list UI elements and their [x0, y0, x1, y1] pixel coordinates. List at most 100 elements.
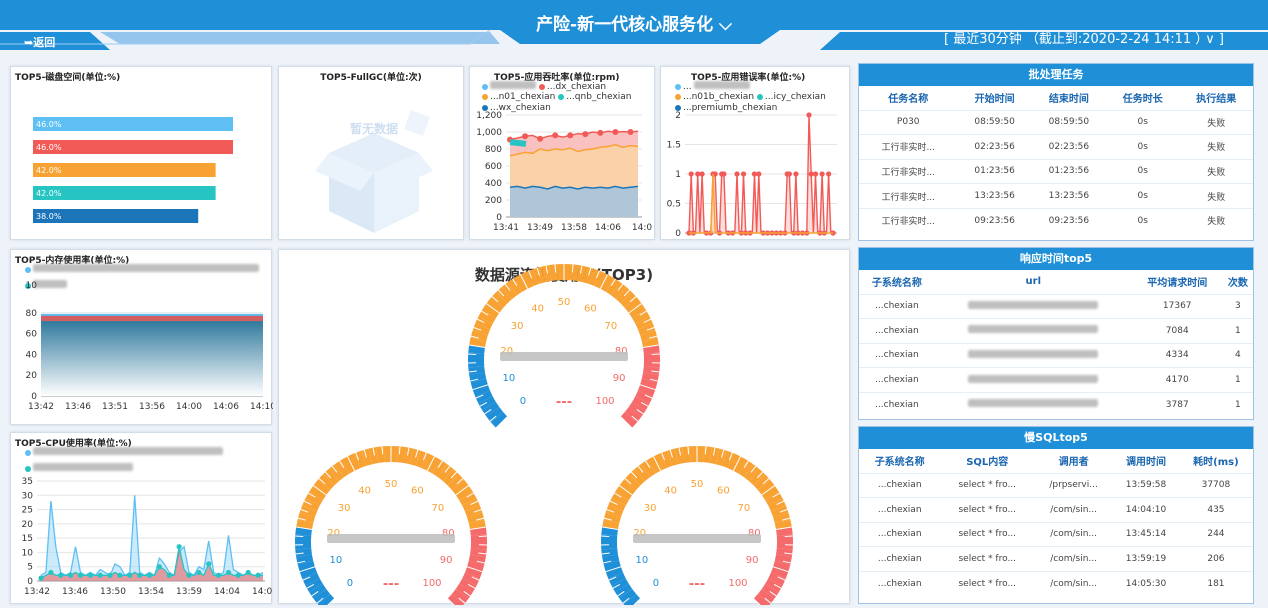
column-header[interactable]: 子系统名称 — [859, 449, 940, 473]
cpu-point[interactable] — [58, 572, 64, 578]
cpu-point[interactable] — [255, 572, 261, 578]
cpu-point[interactable] — [196, 569, 202, 576]
rpm-point[interactable] — [582, 131, 589, 138]
cpu-point[interactable] — [186, 572, 192, 578]
cpu-point[interactable] — [137, 572, 143, 578]
err-point[interactable] — [793, 171, 799, 177]
cpu-point[interactable] — [156, 564, 162, 570]
column-header[interactable]: 调用者 — [1034, 449, 1113, 473]
column-header[interactable]: 结束时间 — [1032, 86, 1106, 110]
column-header[interactable]: 开始时间 — [957, 86, 1031, 110]
gauge-arc-segment — [608, 498, 626, 512]
cpu-point[interactable] — [107, 572, 113, 578]
table-row[interactable]: 工行非实时... 09:23:56 09:23:56 0s 失败 — [859, 207, 1253, 233]
cpu-point[interactable] — [235, 572, 241, 578]
rpm-point[interactable] — [627, 129, 634, 135]
table-cell: /com/sin... — [1034, 497, 1114, 523]
cpu-point[interactable] — [68, 572, 74, 578]
err-point[interactable] — [740, 171, 747, 177]
err-point[interactable] — [806, 112, 812, 118]
gauge-arc-segment — [640, 378, 658, 390]
column-header[interactable]: 执行结果 — [1179, 86, 1253, 110]
cpu-point[interactable] — [216, 572, 222, 578]
cpu-point[interactable] — [206, 561, 212, 567]
table-row[interactable]: ...chexian 4334 4 — [859, 342, 1253, 368]
y-tick-label: 40 — [26, 350, 38, 360]
time-range-select[interactable]: [ 最近30分钟 （截止到:2020-2-24 14:11 ） ∨ ] — [938, 30, 1246, 50]
table-row[interactable]: ...chexian 3787 1 — [859, 391, 1253, 417]
table-row[interactable]: ...chexian select * fro.../com/sin... 14:0… — [859, 570, 1253, 596]
column-header[interactable]: 子系统名称 — [859, 270, 935, 294]
table-row[interactable]: ...chexian select * fro.../com/sin... 13:4… — [859, 521, 1253, 547]
gauge-arc-segment — [761, 485, 779, 501]
rpm-point[interactable] — [597, 129, 604, 136]
err-point[interactable] — [699, 171, 705, 177]
column-header[interactable]: 耗时(ms) — [1179, 449, 1253, 473]
table-cell: 01:23:56 — [957, 158, 1032, 184]
column-header[interactable]: 任务时长 — [1106, 86, 1179, 110]
gauge-arc-segment — [462, 498, 480, 512]
table-row[interactable]: ...chexian 17367 3 — [859, 293, 1253, 319]
column-header[interactable]: 平均请求时间 — [1132, 270, 1223, 294]
cpu-point[interactable] — [146, 572, 153, 578]
rpm-point[interactable] — [552, 132, 559, 139]
chevron-down-icon[interactable]: ⌵ — [719, 15, 732, 35]
cpu-point[interactable] — [245, 569, 251, 576]
err-point[interactable] — [826, 171, 832, 177]
y-tick-label: 20 — [22, 520, 34, 530]
column-header[interactable]: SQL内容 — [940, 449, 1034, 473]
disk-bar[interactable] — [33, 140, 233, 154]
time-range-dropdown-icon[interactable]: ∨ ] — [1205, 30, 1224, 50]
cpu-point[interactable] — [166, 572, 172, 578]
table-row[interactable]: P030 08:59:50 08:59:50 0s 失败 — [859, 109, 1253, 135]
err-point[interactable] — [688, 171, 694, 177]
table-cell — [934, 318, 1132, 344]
table-row[interactable]: 工行非实时... 02:23:56 02:23:56 0s 失败 — [859, 134, 1253, 160]
err-point[interactable] — [812, 171, 819, 177]
table-row[interactable]: ...chexian 4170 1 — [859, 367, 1253, 393]
err-point[interactable] — [756, 171, 762, 177]
column-header[interactable]: 调用时间 — [1113, 449, 1179, 473]
cpu-point[interactable] — [176, 544, 182, 550]
column-header[interactable]: 次数 — [1223, 270, 1253, 294]
rpm-point[interactable] — [612, 129, 619, 135]
gauge-arc-segment — [313, 588, 331, 605]
gauge-arc-segment — [748, 469, 765, 486]
column-header[interactable]: 任务名称 — [859, 86, 957, 110]
gauge-arc-segment — [447, 593, 464, 605]
gauge-arc-segment — [334, 460, 350, 478]
table-row[interactable]: 工行非实时... 01:23:56 01:23:56 0s 失败 — [859, 158, 1253, 184]
table-cell — [934, 342, 1132, 368]
err-point[interactable] — [721, 171, 727, 177]
gauge-arc-segment — [605, 566, 624, 579]
table-row[interactable]: ...chexian 7084 1 — [859, 318, 1253, 344]
err-point[interactable] — [786, 171, 792, 177]
gauge-arc-segment — [733, 456, 748, 474]
gauge-arc-segment — [643, 344, 660, 354]
table-row[interactable]: ...chexian select * fro.../com/sin... 13:5… — [859, 546, 1253, 572]
err-point[interactable] — [819, 171, 825, 177]
cpu-point[interactable] — [38, 575, 44, 581]
gauge-arc-segment — [624, 297, 642, 314]
cpu-point[interactable] — [87, 572, 93, 578]
disk-bar[interactable] — [33, 117, 233, 131]
table-row[interactable]: ...chexian select * fro.../prpservi... 13:… — [859, 472, 1253, 498]
cpu-point[interactable] — [97, 572, 103, 578]
y-tick-label: 80 — [26, 309, 38, 319]
gauge-arc-segment — [467, 560, 485, 572]
cpu-point[interactable] — [225, 569, 232, 576]
cpu-point[interactable] — [77, 572, 84, 578]
table-cell: 37708 — [1178, 472, 1253, 498]
cpu-point[interactable] — [127, 572, 133, 578]
rpm-series-line[interactable] — [509, 139, 527, 147]
rpm-point[interactable] — [522, 133, 529, 140]
table-row[interactable]: 工行非实时... 13:23:56 13:23:56 0s 失败 — [859, 183, 1253, 209]
cpu-point[interactable] — [117, 572, 123, 578]
rpm-point[interactable] — [567, 132, 574, 139]
rpm-point[interactable] — [537, 135, 544, 142]
cpu-point[interactable] — [48, 569, 54, 576]
err-point[interactable] — [734, 171, 740, 177]
column-header[interactable]: url — [935, 270, 1132, 294]
table-row[interactable]: ...chexian select * fro.../com/sin... 14:0… — [859, 497, 1253, 523]
back-button[interactable]: ➥返回 — [24, 34, 55, 50]
